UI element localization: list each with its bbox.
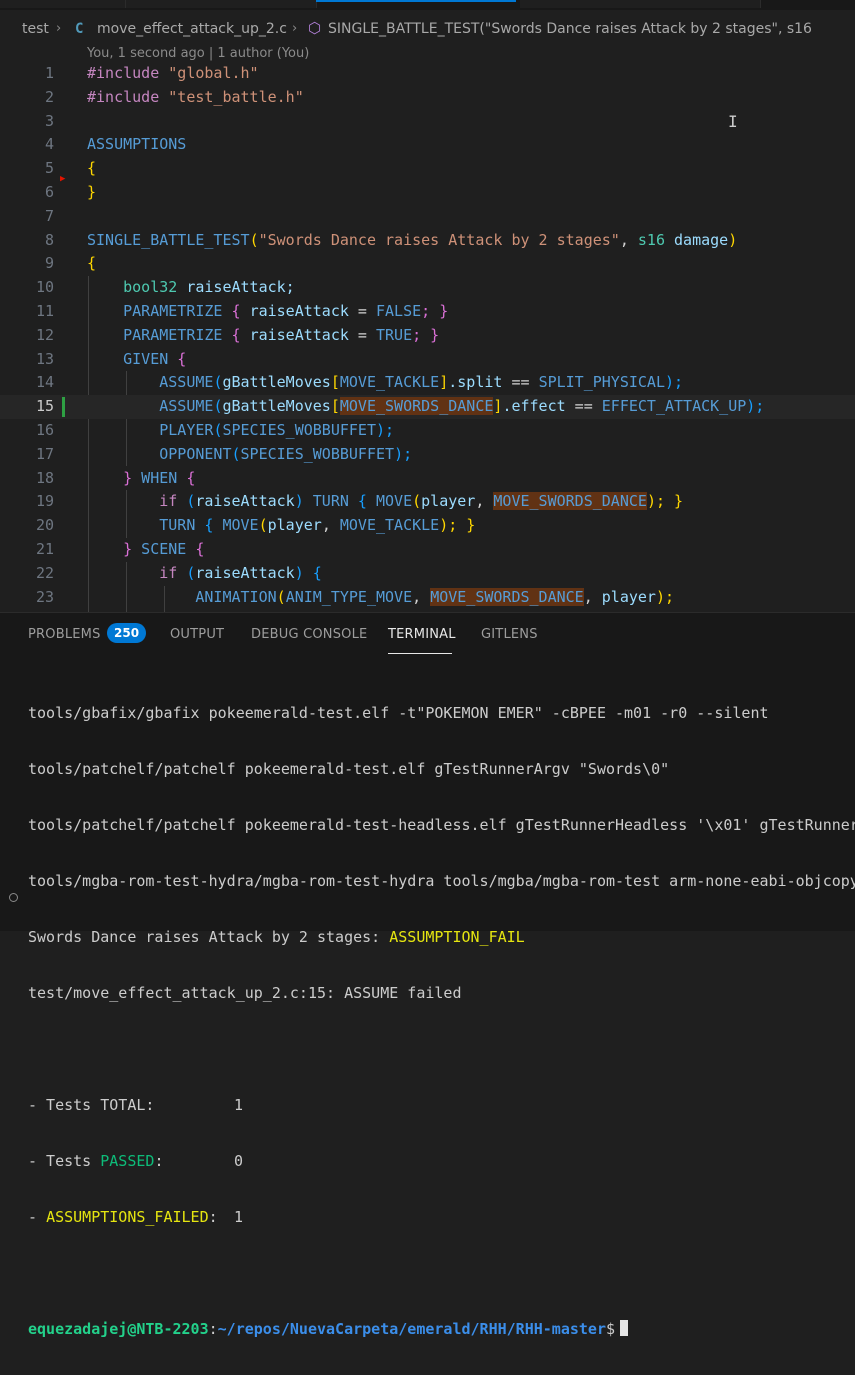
- line-number: 16: [35, 421, 54, 439]
- breakpoint-arrow-icon[interactable]: ▶: [60, 174, 65, 184]
- line-number: 11: [35, 302, 54, 320]
- problems-count-badge: 250: [107, 623, 147, 643]
- editor-tab-strip: [0, 0, 855, 10]
- terminal-line: tools/gbafix/gbafix pokeemerald-test.elf…: [28, 704, 769, 722]
- terminal-line[interactable]: test/move_effect_attack_up_2.c:15: ASSUM…: [28, 983, 855, 1003]
- bottom-panel: PROBLEMS 250 OUTPUT DEBUG CONSOLE TERMIN…: [0, 613, 855, 1338]
- line-number: 12: [35, 325, 54, 344]
- code-line: 18 } WHEN {: [0, 467, 855, 491]
- code-line: 22 if (raiseAttack) {: [0, 562, 855, 586]
- active-tab-indicator: [316, 0, 516, 2]
- line-number: 17: [35, 444, 54, 463]
- code-line: 5{: [0, 157, 855, 181]
- line-number: 5: [44, 159, 54, 178]
- code-line: 14 ASSUME(gBattleMoves[MOVE_TACKLE].spli…: [0, 371, 855, 395]
- editor-tab[interactable]: [126, 0, 317, 8]
- code-line: 8 SINGLE_BATTLE_TEST("Swords Dance raises…: [0, 229, 855, 253]
- code-line: 2 #include "test_battle.h": [0, 86, 855, 110]
- c-file-icon: C: [75, 21, 84, 37]
- line-number: 1: [44, 64, 54, 82]
- line-number: 3: [44, 111, 54, 130]
- code-line: 21 } SCENE {: [0, 538, 855, 562]
- code-line: 19 if (raiseAttack) TURN { MOVE(player, …: [0, 490, 855, 514]
- symbol-cube-icon: ⬡: [308, 19, 322, 37]
- editor-tab[interactable]: [0, 0, 126, 8]
- code-line: 6}: [0, 181, 855, 205]
- chevron-right-icon: ›: [292, 21, 298, 36]
- terminal-line: tools/patchelf/patchelf pokeemerald-test…: [28, 760, 670, 778]
- line-number: 21: [35, 540, 54, 558]
- line-number: 4: [44, 135, 54, 154]
- chevron-right-icon: ›: [56, 21, 62, 36]
- terminal-output[interactable]: tools/gbafix/gbafix pokeemerald-test.elf…: [28, 667, 855, 1375]
- code-line: 3: [0, 110, 855, 134]
- terminal-line: - ASSUMPTIONS_FAILED: 1: [28, 1208, 244, 1226]
- line-number: 22: [35, 563, 54, 582]
- git-blame-lens[interactable]: You, 1 second ago | 1 author (You): [87, 46, 309, 61]
- code-line: 16 PLAYER(SPECIES_WOBBUFFET);: [0, 419, 855, 443]
- line-number: 15: [35, 397, 54, 416]
- code-line: 13 GIVEN {: [0, 348, 855, 372]
- terminal-line: - Tests PASSED: 0: [28, 1152, 244, 1170]
- tab-problems[interactable]: PROBLEMS: [28, 627, 101, 642]
- terminal-line: tools/mgba-rom-test-hydra/mgba-rom-test-…: [28, 872, 855, 890]
- text-cursor-ibeam-icon: I: [728, 112, 738, 131]
- line-number: 23: [35, 587, 54, 606]
- prompt-path: ~/repos/NuevaCarpeta/emerald/RHH/RHH-mas…: [217, 1320, 606, 1338]
- line-number: 19: [35, 492, 54, 511]
- code-line-current: 15 ASSUME(gBattleMoves[MOVE_SWORDS_DANCE…: [0, 395, 855, 419]
- line-number: 9: [44, 254, 54, 273]
- terminal-cursor: [620, 1320, 629, 1336]
- command-decoration-circle-icon[interactable]: [9, 893, 18, 902]
- code-editor[interactable]: 1 #include "global.h" 2 #include "test_bat…: [0, 62, 855, 612]
- prompt-user-host: equezadajej@NTB-2203: [28, 1320, 209, 1338]
- tab-gitlens[interactable]: GITLENS: [481, 627, 538, 642]
- assumptions-failed-value: 1: [234, 1208, 244, 1226]
- terminal-line: - Tests TOTAL: 1: [28, 1096, 244, 1114]
- editor-tab[interactable]: [520, 0, 761, 8]
- breadcrumb-file[interactable]: move_effect_attack_up_2.c: [97, 21, 287, 37]
- breadcrumb-folder[interactable]: test: [22, 21, 49, 37]
- code-line: 17 OPPONENT(SPECIES_WOBBUFFET);: [0, 443, 855, 467]
- code-line: 23 ANIMATION(ANIM_TYPE_MOVE, MOVE_SWORDS…: [0, 586, 855, 610]
- code-line: 12 PARAMETRIZE { raiseAttack = TRUE; }: [0, 324, 855, 348]
- line-number: 13: [35, 349, 54, 368]
- line-number: 8: [44, 230, 54, 249]
- tab-output[interactable]: OUTPUT: [170, 627, 224, 642]
- breadcrumb: test › C move_effect_attack_up_2.c › ⬡ S…: [0, 16, 855, 44]
- line-number: 2: [44, 87, 54, 106]
- code-line: 7: [0, 205, 855, 229]
- terminal-line: tools/patchelf/patchelf pokeemerald-test…: [28, 816, 855, 834]
- terminal-line: Swords Dance raises Attack by 2 stages: …: [28, 927, 855, 947]
- tab-debug-console[interactable]: DEBUG CONSOLE: [251, 627, 367, 642]
- line-number: 18: [35, 468, 54, 487]
- line-number: 20: [35, 516, 54, 535]
- git-modified-marker[interactable]: [62, 397, 65, 417]
- code-line: 9{: [0, 252, 855, 276]
- breadcrumb-symbol[interactable]: SINGLE_BATTLE_TEST("Swords Dance raises …: [328, 21, 812, 37]
- active-panel-tab-indicator: [388, 653, 452, 654]
- line-number: 10: [35, 278, 54, 297]
- line-number: 7: [44, 206, 54, 225]
- tests-total-value: 1: [234, 1096, 244, 1114]
- code-line: 10 bool32 raiseAttack;: [0, 276, 855, 300]
- code-line: 1 #include "global.h": [0, 62, 855, 86]
- line-number: 6: [44, 183, 54, 201]
- tests-passed-value: 0: [234, 1152, 244, 1170]
- line-number: 14: [35, 373, 54, 392]
- terminal-prompt[interactable]: equezadajej@NTB-2203:~/repos/NuevaCarpet…: [28, 1319, 855, 1339]
- code-line: 20 TURN { MOVE(player, MOVE_TACKLE); }: [0, 514, 855, 538]
- code-line: 11 PARAMETRIZE { raiseAttack = FALSE; }: [0, 300, 855, 324]
- code-line: 4 ASSUMPTIONS: [0, 133, 855, 157]
- tab-terminal[interactable]: TERMINAL: [388, 627, 456, 642]
